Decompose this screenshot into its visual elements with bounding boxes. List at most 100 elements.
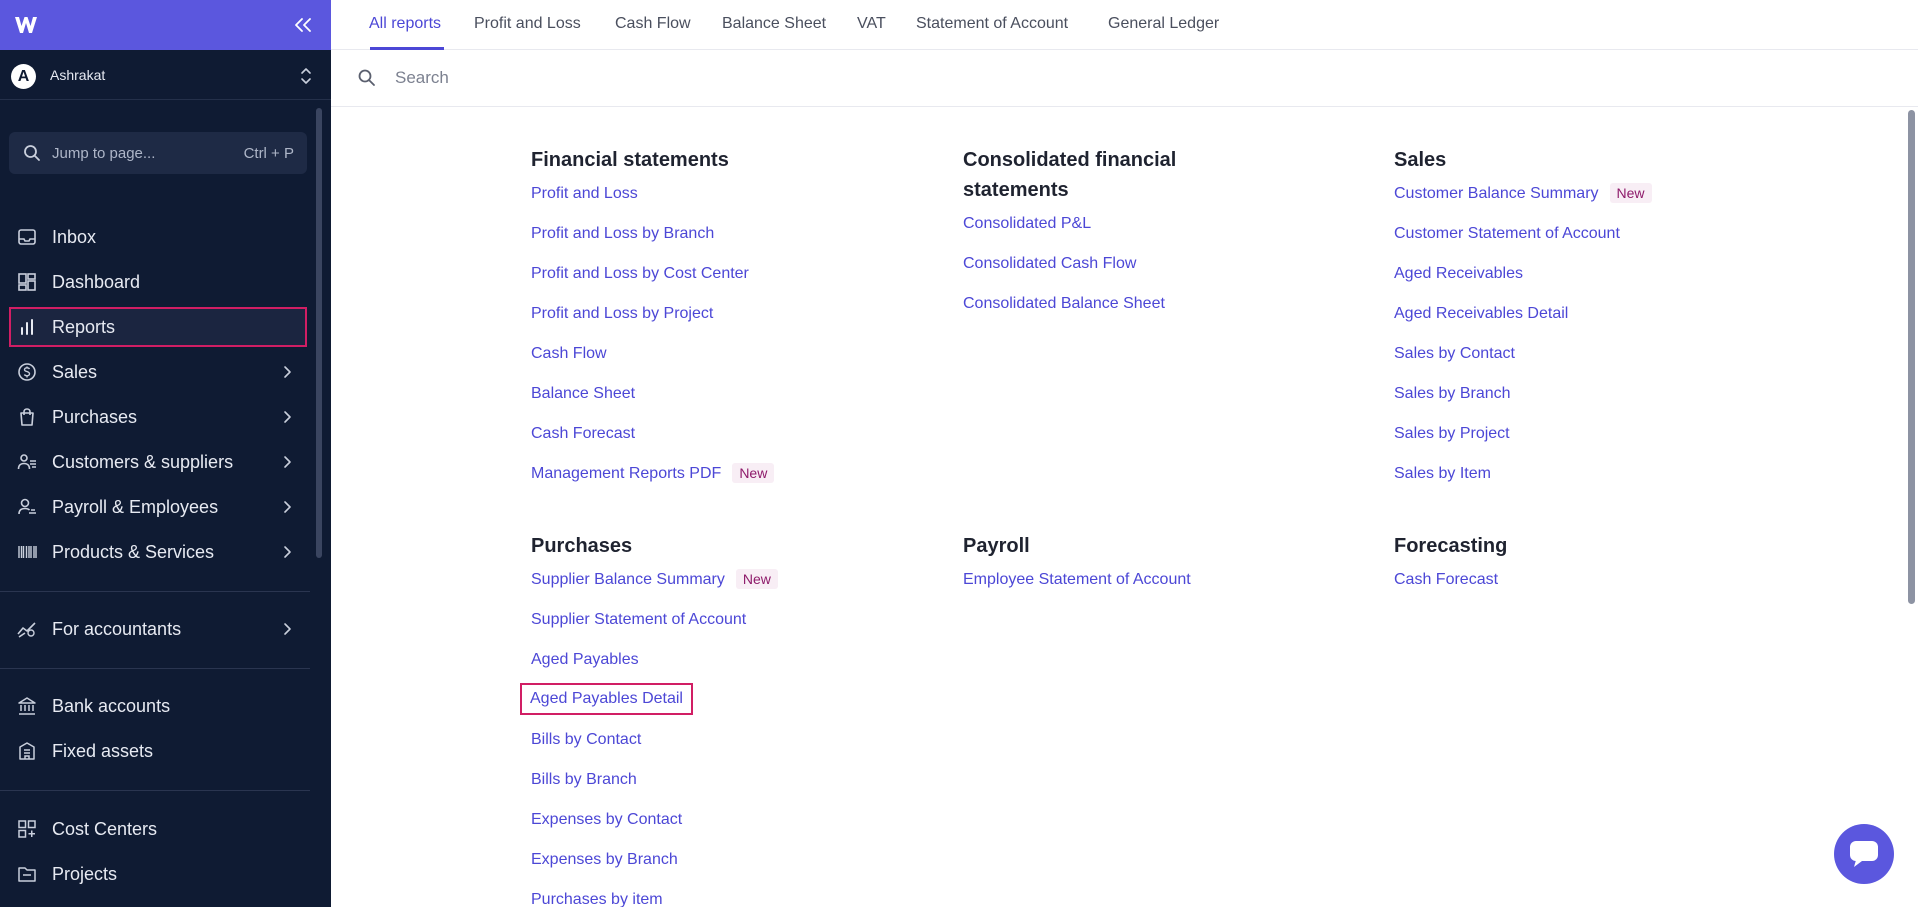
sidebar-divider [0, 790, 310, 791]
sidebar-item-label: For accountants [52, 619, 182, 639]
bank-icon [18, 697, 36, 715]
report-link-management-reports-pdf-row: Management Reports PDF New [531, 463, 775, 483]
report-link-sales-by-contact[interactable]: Sales by Contact [1394, 345, 1515, 363]
new-badge: New [735, 569, 778, 589]
report-link-sales-by-project[interactable]: Sales by Project [1394, 425, 1510, 443]
sidebar-divider [0, 668, 310, 669]
sidebar-item-payroll-employees[interactable]: Payroll & Employees [9, 487, 307, 527]
report-tabs: All reports Profit and Loss Cash Flow Ba… [331, 0, 1918, 50]
search-input[interactable] [395, 65, 1795, 91]
section-purchases: Purchases Supplier Balance Summary New Su… [520, 531, 831, 907]
main-scrollbar[interactable] [1908, 110, 1915, 604]
sidebar-item-label: Projects [52, 864, 118, 884]
bar-chart-icon [21, 319, 33, 335]
report-link-profit-and-loss-by-project[interactable]: Profit and Loss by Project [531, 305, 713, 323]
chevron-right-icon [284, 411, 291, 423]
sidebar-item-label: Cost Centers [52, 819, 158, 839]
chevron-right-icon [284, 546, 291, 558]
sidebar-scrollbar[interactable] [316, 108, 322, 558]
sidebar-item-products-services[interactable]: Products & Services [9, 532, 307, 572]
payroll-icon [18, 498, 36, 515]
sidebar-item-cost-centers[interactable]: Cost Centers [9, 809, 307, 849]
collapse-sidebar-button[interactable] [291, 13, 315, 37]
sidebar-item-label: Bank accounts [52, 696, 171, 716]
report-link-supplier-statement-of-account[interactable]: Supplier Statement of Account [531, 611, 746, 629]
grid-icon [18, 820, 36, 838]
tab-vat[interactable]: VAT [857, 15, 886, 33]
sidebar-item-label: Inbox [52, 227, 97, 247]
tab-balance-sheet[interactable]: Balance Sheet [722, 15, 826, 33]
report-link-management-reports-pdf[interactable]: Management Reports PDF [531, 465, 721, 482]
sidebar-item-sales[interactable]: Sales [9, 352, 307, 392]
jump-to-page-label: Jump to page... [52, 145, 156, 162]
sidebar-item-purchases[interactable]: Purchases [9, 397, 307, 437]
report-link-sales-by-item[interactable]: Sales by Item [1394, 465, 1491, 483]
tab-all-reports[interactable]: All reports [369, 15, 441, 33]
report-link-expenses-by-contact[interactable]: Expenses by Contact [531, 811, 682, 829]
sidebar-item-customers-suppliers[interactable]: Customers & suppliers [9, 442, 307, 482]
report-link-bills-by-branch[interactable]: Bills by Branch [531, 771, 637, 789]
sidebar-item-label: Purchases [52, 407, 138, 427]
trend-icon [17, 622, 36, 638]
report-link-aged-receivables[interactable]: Aged Receivables [1394, 265, 1523, 283]
keyboard-shortcut: Ctrl + P [243, 145, 294, 162]
tab-statement-of-account[interactable]: Statement of Account [916, 15, 1068, 33]
report-link-customer-balance-summary-row: Customer Balance Summary New [1394, 183, 1652, 203]
report-link-profit-and-loss-by-branch[interactable]: Profit and Loss by Branch [531, 225, 714, 243]
sidebar-item-label: Fixed assets [52, 741, 154, 761]
report-link-customer-balance-summary[interactable]: Customer Balance Summary [1394, 185, 1599, 202]
section-title: Consolidated financial statements [963, 149, 1177, 201]
report-link-sales-by-branch[interactable]: Sales by Branch [1394, 385, 1511, 403]
tab-profit-and-loss[interactable]: Profit and Loss [474, 15, 581, 33]
tab-general-ledger[interactable]: General Ledger [1108, 15, 1219, 33]
new-badge: New [1609, 183, 1652, 203]
sidebar-item-bank-accounts[interactable]: Bank accounts [9, 686, 307, 726]
report-link-expenses-by-branch[interactable]: Expenses by Branch [531, 851, 678, 869]
sidebar-item-fixed-assets[interactable]: Fixed assets [9, 731, 307, 771]
sidebar-item-projects[interactable]: Projects [9, 854, 307, 894]
report-link-employee-statement-of-account[interactable]: Employee Statement of Account [963, 571, 1191, 589]
section-title: Payroll [963, 535, 1030, 557]
sidebar-item-for-accountants[interactable]: For accountants [9, 609, 307, 649]
sidebar-item-dashboard[interactable]: Dashboard [9, 262, 307, 302]
report-link-cash-forecast[interactable]: Cash Forecast [1394, 571, 1498, 589]
report-link-consolidated-cash-flow[interactable]: Consolidated Cash Flow [963, 255, 1136, 273]
sidebar-item-label: Reports [52, 317, 116, 337]
sidebar: A Ashrakat Jump to page... Ctrl + P Inbo… [0, 0, 331, 907]
report-link-profit-and-loss[interactable]: Profit and Loss [531, 185, 638, 203]
report-link-supplier-balance-summary-row: Supplier Balance Summary New [531, 569, 778, 589]
report-link-purchases-by-item[interactable]: Purchases by item [531, 891, 663, 907]
report-link-bills-by-contact[interactable]: Bills by Contact [531, 731, 641, 749]
section-title: Financial statements [531, 149, 729, 171]
chevron-right-icon [284, 501, 291, 513]
barcode-icon [18, 546, 37, 558]
chat-bubble-icon [1850, 841, 1878, 867]
folder-icon [18, 867, 36, 882]
sidebar-divider [0, 591, 310, 592]
sidebar-item-inbox[interactable]: Inbox [9, 217, 307, 257]
report-link-cash-flow[interactable]: Cash Flow [531, 345, 607, 363]
report-link-balance-sheet[interactable]: Balance Sheet [531, 385, 635, 403]
jump-to-page-search[interactable]: Jump to page... Ctrl + P [9, 132, 307, 174]
report-link-supplier-balance-summary[interactable]: Supplier Balance Summary [531, 571, 725, 588]
section-title: Purchases [531, 535, 633, 557]
new-badge: New [732, 463, 775, 483]
building-icon [19, 742, 35, 760]
report-link-aged-payables[interactable]: Aged Payables [531, 651, 639, 669]
report-link-profit-and-loss-by-cost-center[interactable]: Profit and Loss by Cost Center [531, 265, 749, 283]
inbox-icon [18, 229, 36, 245]
tab-cash-flow[interactable]: Cash Flow [615, 15, 691, 33]
report-link-consolidated-pl[interactable]: Consolidated P&L [963, 215, 1091, 233]
report-link-customer-statement-of-account[interactable]: Customer Statement of Account [1394, 225, 1620, 243]
report-link-aged-receivables-detail[interactable]: Aged Receivables Detail [1394, 305, 1568, 323]
section-forecasting: Forecasting Cash Forecast [1394, 531, 1694, 588]
report-link-cash-forecast[interactable]: Cash Forecast [531, 425, 635, 443]
chevron-up-down-icon[interactable] [298, 64, 314, 88]
shopping-bag-icon [20, 408, 34, 426]
sidebar-item-reports[interactable]: Reports [9, 307, 307, 347]
report-link-consolidated-balance-sheet[interactable]: Consolidated Balance Sheet [963, 295, 1165, 313]
wafeq-logo-icon[interactable] [14, 14, 38, 36]
double-chevron-left-icon [295, 18, 311, 32]
chat-support-button[interactable] [1834, 824, 1894, 884]
report-link-aged-payables-detail[interactable]: Aged Payables Detail [520, 683, 693, 715]
